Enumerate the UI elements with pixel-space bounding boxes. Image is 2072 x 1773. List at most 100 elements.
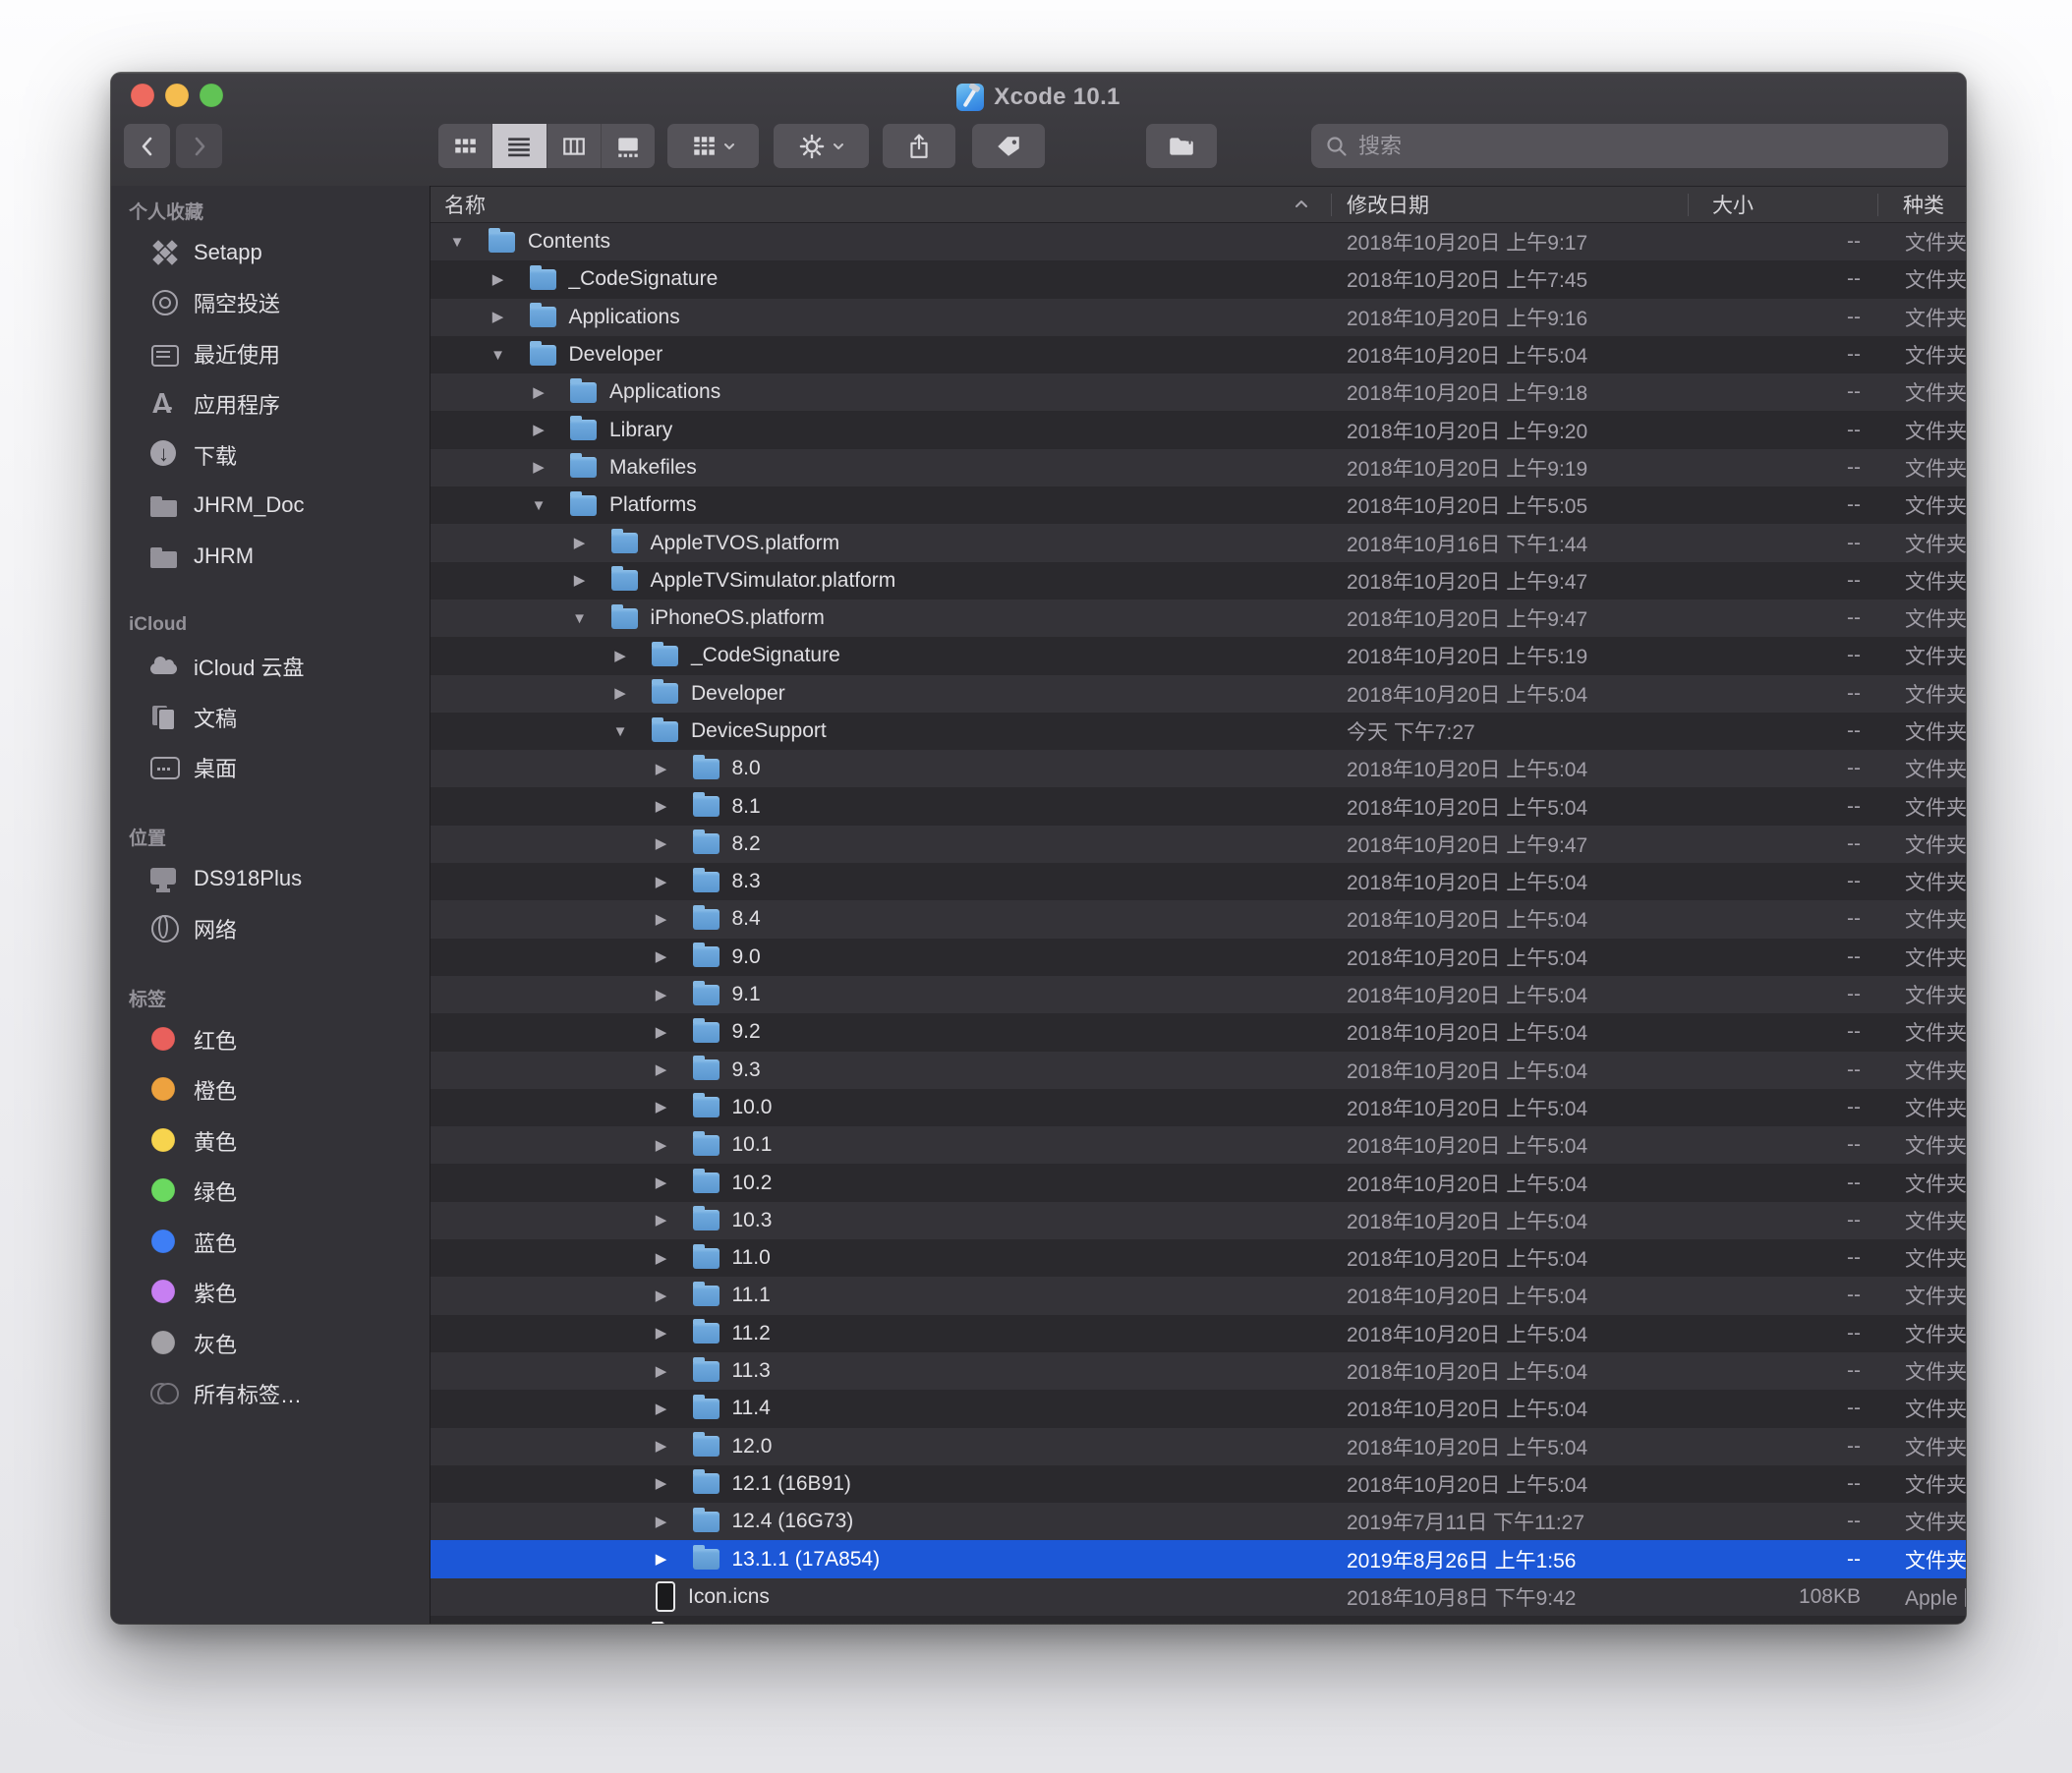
group-button[interactable]: [667, 124, 759, 168]
table-row[interactable]: ▶ AppleTVSimulator.platform 2018年10月20日 …: [431, 562, 1966, 600]
table-row[interactable]: ▼ Developer 2018年10月20日 上午5:04 -- 文件夹: [431, 336, 1966, 373]
disclosure-triangle-icon[interactable]: ▶: [607, 649, 633, 663]
list-view-button[interactable]: [492, 124, 547, 168]
sidebar-item-网络[interactable]: 网络: [111, 904, 430, 955]
search-input[interactable]: [1349, 134, 1948, 159]
table-row[interactable]: ▶ 8.3 2018年10月20日 上午5:04 -- 文件夹: [431, 863, 1966, 900]
table-row[interactable]: ▶ 9.2 2018年10月20日 上午5:04 -- 文件夹: [431, 1013, 1966, 1051]
column-header-kind[interactable]: 种类: [1903, 187, 1944, 222]
table-row[interactable]: ▶ _CodeSignature 2018年10月20日 上午5:19 -- 文…: [431, 637, 1966, 674]
disclosure-triangle-icon[interactable]: ▶: [649, 1175, 674, 1190]
table-row[interactable]: ▶ 12.0 2018年10月20日 上午5:04 -- 文件夹: [431, 1428, 1966, 1465]
table-row[interactable]: ▶ 12.4 (16G73) 2019年7月11日 下午11:27 -- 文件夹: [431, 1503, 1966, 1540]
sidebar-item-紫色[interactable]: 紫色: [111, 1268, 430, 1319]
disclosure-triangle-icon[interactable]: ▶: [649, 1100, 674, 1115]
tag-button[interactable]: [972, 124, 1045, 168]
column-header-size[interactable]: 大小: [1712, 187, 1754, 222]
table-row-selected[interactable]: ▶ 13.1.1 (17A854) 2019年8月26日 上午1:56 -- 文…: [431, 1540, 1966, 1577]
sidebar-item-应用程序[interactable]: 应用程序: [111, 379, 430, 430]
disclosure-triangle-icon[interactable]: ▶: [649, 1138, 674, 1153]
sidebar-item-JHRM[interactable]: JHRM: [111, 531, 430, 582]
sidebar-item-DS918Plus[interactable]: DS918Plus: [111, 853, 430, 904]
table-row[interactable]: ▶ 8.1 2018年10月20日 上午5:04 -- 文件夹: [431, 787, 1966, 825]
table-row[interactable]: ▶ _CodeSignature 2018年10月20日 上午7:45 -- 文…: [431, 260, 1966, 298]
icon-view-button[interactable]: [438, 124, 492, 168]
column-header-name[interactable]: 名称: [444, 187, 486, 222]
table-row[interactable]: ▶ 8.4 2018年10月20日 上午5:04 -- 文件夹: [431, 900, 1966, 938]
sidebar-item-所有标签…[interactable]: 所有标签…: [111, 1369, 430, 1420]
table-row[interactable]: ▶ Developer 2018年10月20日 上午5:04 -- 文件夹: [431, 675, 1966, 713]
sidebar-item-绿色[interactable]: 绿色: [111, 1167, 430, 1218]
disclosure-triangle-icon[interactable]: ▼: [486, 348, 511, 363]
disclosure-triangle-icon[interactable]: ▶: [649, 799, 674, 814]
action-button[interactable]: [774, 124, 869, 168]
table-row[interactable]: ▶ Applications 2018年10月20日 上午9:18 -- 文件夹: [431, 373, 1966, 411]
table-row[interactable]: ▶ 10.1 2018年10月20日 上午5:04 -- 文件夹: [431, 1126, 1966, 1164]
sidebar-item-蓝色[interactable]: 蓝色: [111, 1217, 430, 1268]
disclosure-triangle-icon[interactable]: ▼: [444, 235, 470, 250]
sidebar-item-文稿[interactable]: 文稿: [111, 692, 430, 743]
table-row[interactable]: ▶ AppleTVOS.platform 2018年10月16日 下午1:44 …: [431, 524, 1966, 561]
disclosure-triangle-icon[interactable]: ▶: [649, 875, 674, 889]
disclosure-triangle-icon[interactable]: ▶: [486, 272, 511, 287]
table-row[interactable]: ▶ 12.1 (16B91) 2018年10月20日 上午5:04 -- 文件夹: [431, 1465, 1966, 1503]
back-button[interactable]: [124, 124, 170, 168]
sidebar-item-JHRM_Doc[interactable]: JHRM_Doc: [111, 481, 430, 532]
table-row[interactable]: ▶ 11.2 2018年10月20日 上午5:04 -- 文件夹: [431, 1315, 1966, 1352]
disclosure-triangle-icon[interactable]: ▶: [649, 1476, 674, 1491]
disclosure-triangle-icon[interactable]: ▶: [607, 686, 633, 701]
disclosure-triangle-icon[interactable]: ▶: [649, 1062, 674, 1077]
table-row[interactable]: ▶ Library 2018年10月20日 上午9:20 -- 文件夹: [431, 411, 1966, 448]
table-row[interactable]: ▶ Makefiles 2018年10月20日 上午9:19 -- 文件夹: [431, 449, 1966, 486]
table-row[interactable]: ▶ 11.4 2018年10月20日 上午5:04 -- 文件夹: [431, 1390, 1966, 1427]
forward-button[interactable]: [176, 124, 222, 168]
table-row[interactable]: ▶ 8.2 2018年10月20日 上午9:47 -- 文件夹: [431, 826, 1966, 863]
table-row[interactable]: ▶ 11.0 2018年10月20日 上午5:04 -- 文件夹: [431, 1239, 1966, 1277]
disclosure-triangle-icon[interactable]: ▼: [567, 611, 593, 626]
search-field[interactable]: [1311, 124, 1948, 168]
disclosure-triangle-icon[interactable]: ▶: [649, 762, 674, 776]
disclosure-triangle-icon[interactable]: ▼: [526, 498, 551, 513]
disclosure-triangle-icon[interactable]: ▶: [567, 573, 593, 588]
table-row[interactable]: ▶ 8.0 2018年10月20日 上午5:04 -- 文件夹: [431, 750, 1966, 787]
table-row[interactable]: ▶ 10.0 2018年10月20日 上午5:04 -- 文件夹: [431, 1089, 1966, 1126]
disclosure-triangle-icon[interactable]: ▶: [649, 1439, 674, 1454]
column-divider[interactable]: [1331, 194, 1332, 216]
table-row[interactable]: ▼ Contents 2018年10月20日 上午9:17 -- 文件夹: [431, 223, 1966, 260]
table-row[interactable]: ▼ DeviceSupport 今天 下午7:27 -- 文件夹: [431, 713, 1966, 750]
disclosure-triangle-icon[interactable]: ▶: [526, 460, 551, 475]
sidebar-item-隔空投送[interactable]: 隔空投送: [111, 278, 430, 329]
table-row[interactable]: ▶ 11.1 2018年10月20日 上午5:04 -- 文件夹: [431, 1277, 1966, 1314]
column-header-date[interactable]: 修改日期: [1347, 187, 1429, 222]
share-button[interactable]: [883, 124, 955, 168]
disclosure-triangle-icon[interactable]: ▶: [567, 536, 593, 550]
disclosure-triangle-icon[interactable]: ▶: [649, 988, 674, 1002]
column-view-button[interactable]: [547, 124, 602, 168]
disclosure-triangle-icon[interactable]: ▼: [607, 724, 633, 739]
table-row[interactable]: ▶ 9.1 2018年10月20日 上午5:04 -- 文件夹: [431, 976, 1966, 1013]
disclosure-triangle-icon[interactable]: ▶: [649, 1326, 674, 1341]
disclosure-triangle-icon[interactable]: ▶: [649, 949, 674, 964]
disclosure-triangle-icon[interactable]: ▶: [526, 423, 551, 437]
column-divider[interactable]: [1688, 194, 1689, 216]
disclosure-triangle-icon[interactable]: ▶: [649, 912, 674, 927]
table-row[interactable]: ▼ Platforms 2018年10月20日 上午5:05 -- 文件夹: [431, 486, 1966, 524]
disclosure-triangle-icon[interactable]: ▶: [649, 1364, 674, 1379]
disclosure-triangle-icon[interactable]: ▶: [649, 1288, 674, 1303]
table-row[interactable]: ▶ 9.3 2018年10月20日 上午5:04 -- 文件夹: [431, 1052, 1966, 1089]
new-folder-button[interactable]: [1146, 124, 1217, 168]
disclosure-triangle-icon[interactable]: ▶: [649, 836, 674, 851]
sidebar-item-橙色[interactable]: 橙色: [111, 1065, 430, 1116]
disclosure-triangle-icon[interactable]: ▶: [649, 1515, 674, 1529]
table-row[interactable]: ▶ 10.2 2018年10月20日 上午5:04 -- 文件夹: [431, 1164, 1966, 1201]
sidebar-item-黄色[interactable]: 黄色: [111, 1115, 430, 1167]
disclosure-triangle-icon[interactable]: ▶: [649, 1213, 674, 1228]
sidebar-item-Setapp[interactable]: Setapp: [111, 227, 430, 278]
table-row[interactable]: Icon.icns 2018年10月8日 下午9:42 108KB Apple …: [431, 1578, 1966, 1616]
disclosure-triangle-icon[interactable]: ▶: [649, 1025, 674, 1040]
column-divider[interactable]: [1877, 194, 1878, 216]
disclosure-triangle-icon[interactable]: ▶: [526, 385, 551, 400]
table-row[interactable]: ▶ 11.3 2018年10月20日 上午5:04 -- 文件夹: [431, 1352, 1966, 1390]
table-row[interactable]: ▶ 10.3 2018年10月20日 上午5:04 -- 文件夹: [431, 1202, 1966, 1239]
sidebar-item-iCloud 云盘[interactable]: iCloud 云盘: [111, 642, 430, 693]
